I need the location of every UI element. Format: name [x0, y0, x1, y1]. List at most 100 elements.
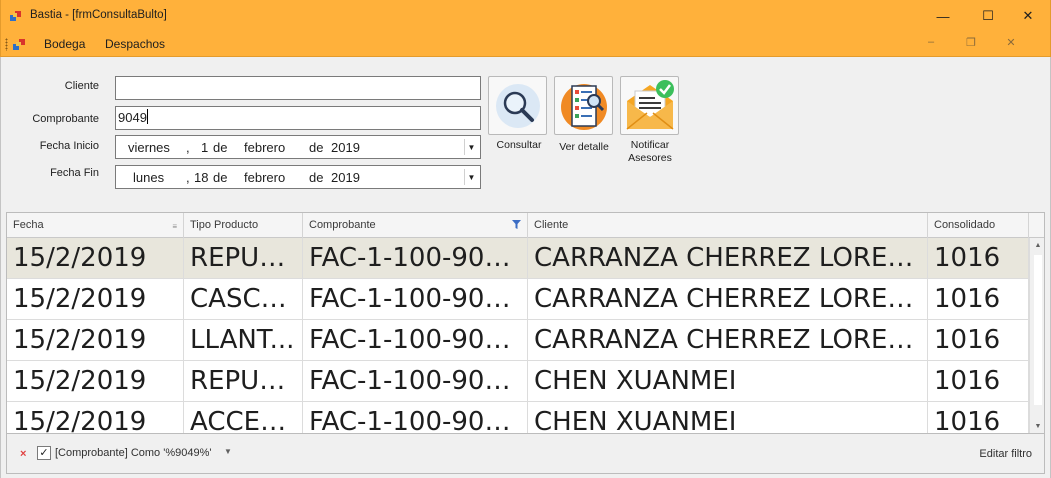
grid-header: Fecha ≡ Tipo Producto Comprobante Client… — [7, 213, 1044, 238]
fecha-inicio-year: 2019 — [331, 140, 360, 155]
cell-tipo: ACCES... — [184, 402, 303, 433]
cliente-label: Cliente — [64, 80, 99, 92]
cell-fecha: 15/2/2019 — [7, 402, 184, 433]
fecha-fin-sep: , — [186, 170, 190, 185]
fecha-fin-day: 18 — [194, 170, 209, 185]
cell-consolidado: 1016 — [928, 238, 1029, 279]
cell-comprobante: FAC-1-100-90499 — [303, 238, 528, 279]
mdi-child-icon[interactable] — [13, 38, 26, 51]
notificar-caption-line2: Asesores — [628, 152, 672, 164]
cell-cliente: CARRANZA CHERREZ LORENA... — [528, 238, 928, 279]
cell-fecha: 15/2/2019 — [7, 361, 184, 402]
ver-detalle-button[interactable] — [554, 76, 613, 135]
column-header-cliente[interactable]: Cliente — [528, 213, 928, 238]
menu-despachos[interactable]: Despachos — [105, 37, 165, 51]
column-label: Comprobante — [309, 219, 376, 231]
cell-comprobante: FAC-1-100-90491 — [303, 402, 528, 433]
chevron-down-icon[interactable]: ▼ — [224, 447, 232, 456]
sort-icon: ≡ — [172, 222, 177, 231]
fecha-inicio-de1: de — [213, 140, 228, 155]
cell-comprobante: FAC-1-100-90497 — [303, 279, 528, 320]
cliente-input[interactable] — [115, 76, 481, 100]
fecha-inicio-month: febrero — [244, 140, 286, 155]
menu-grip-icon[interactable] — [5, 38, 8, 51]
fecha-inicio-sep: , — [186, 140, 190, 155]
cell-fecha: 15/2/2019 — [7, 238, 184, 279]
column-header-consolidado[interactable]: Consolidado — [928, 213, 1029, 238]
cell-cliente: CARRANZA CHERREZ LORENA... — [528, 320, 928, 361]
cell-cliente: CHEN XUANMEI — [528, 361, 928, 402]
table-row[interactable]: 15/2/2019 CASCOS FAC-1-100-90497 CARRANZ… — [7, 279, 1029, 320]
cell-tipo: CASCOS — [184, 279, 303, 320]
mdi-restore-button[interactable]: ❐ — [961, 36, 981, 52]
cell-tipo: REPUE... — [184, 238, 303, 279]
cell-tipo: LLANT... — [184, 320, 303, 361]
column-header-fecha[interactable]: Fecha ≡ — [7, 213, 184, 238]
mdi-minimize-button[interactable]: – — [921, 36, 941, 52]
window-close-button[interactable]: ✕ — [1005, 0, 1051, 32]
form-area: Cliente Comprobante 9049 Fecha Inicio vi… — [0, 57, 1051, 478]
table-row[interactable]: 15/2/2019 REPUE... FAC-1-100-90499 CARRA… — [7, 238, 1029, 279]
cell-comprobante: FAC-1-100-90498 — [303, 320, 528, 361]
document-search-icon — [560, 83, 607, 130]
text-caret — [146, 109, 148, 124]
title-bar: Bastia - [frmConsultaBulto] — [0, 0, 1051, 32]
window-minimize-button[interactable]: — — [920, 0, 966, 32]
chevron-down-icon[interactable]: ▼ — [464, 139, 478, 155]
comprobante-value: 9049 — [118, 110, 147, 125]
table-row[interactable]: 15/2/2019 ACCES... FAC-1-100-90491 CHEN … — [7, 402, 1029, 433]
mdi-close-button[interactable]: ✕ — [1001, 36, 1021, 52]
notificar-caption-line1: Notificar — [630, 139, 670, 151]
fecha-fin-weekday: lunes — [133, 170, 165, 185]
fecha-inicio-label: Fecha Inicio — [39, 140, 99, 152]
mail-check-icon — [626, 79, 674, 130]
table-row[interactable]: 15/2/2019 LLANT... FAC-1-100-90498 CARRA… — [7, 320, 1029, 361]
clear-filter-icon[interactable]: × — [20, 448, 26, 460]
fecha-inicio-picker[interactable]: viernes , 1 de febrero de 2019 ▼ — [115, 135, 481, 159]
window-title: Bastia - [frmConsultaBulto] — [30, 9, 167, 21]
cell-tipo: REPUE... — [184, 361, 303, 402]
filter-panel: × ✓ [Comprobante] Como '%9049%' ▼ Editar… — [6, 434, 1045, 474]
cell-cliente: CARRANZA CHERREZ LORENA... — [528, 279, 928, 320]
column-header-tipo-producto[interactable]: Tipo Producto — [184, 213, 303, 238]
cell-consolidado: 1016 — [928, 402, 1029, 433]
column-label: Tipo Producto — [190, 219, 259, 231]
filter-icon[interactable] — [512, 220, 521, 229]
notificar-asesores-button[interactable] — [620, 76, 679, 135]
edit-filter-button[interactable]: Editar filtro — [979, 448, 1032, 460]
column-header-comprobante[interactable]: Comprobante — [303, 213, 528, 238]
column-label: Fecha — [13, 219, 44, 231]
results-grid: Fecha ≡ Tipo Producto Comprobante Client… — [6, 212, 1045, 434]
scroll-up-icon[interactable]: ▲ — [1030, 239, 1044, 253]
cell-consolidado: 1016 — [928, 361, 1029, 402]
fecha-fin-month: febrero — [244, 170, 286, 185]
filter-expression[interactable]: [Comprobante] Como '%9049%' — [55, 447, 211, 459]
fecha-fin-picker[interactable]: lunes , 18 de febrero de 2019 ▼ — [115, 165, 481, 189]
fecha-fin-year: 2019 — [331, 170, 360, 185]
scroll-down-icon[interactable]: ▼ — [1030, 420, 1044, 433]
scroll-thumb[interactable] — [1034, 255, 1042, 405]
cell-fecha: 15/2/2019 — [7, 320, 184, 361]
column-label: Consolidado — [934, 219, 996, 231]
menu-bar: Bodega Despachos – ❐ ✕ — [0, 32, 1051, 57]
filter-enabled-checkbox[interactable]: ✓ — [37, 446, 51, 460]
fecha-fin-label: Fecha Fin — [50, 167, 99, 179]
cell-consolidado: 1016 — [928, 279, 1029, 320]
fecha-fin-de1: de — [213, 170, 228, 185]
fecha-inicio-de2: de — [309, 140, 324, 155]
chevron-down-icon[interactable]: ▼ — [464, 169, 478, 185]
menu-bodega[interactable]: Bodega — [44, 37, 85, 51]
cell-consolidado: 1016 — [928, 320, 1029, 361]
table-row[interactable]: 15/2/2019 REPUE... FAC-1-100-90490 CHEN … — [7, 361, 1029, 402]
search-icon — [495, 83, 540, 128]
app-icon — [10, 11, 21, 21]
cell-fecha: 15/2/2019 — [7, 279, 184, 320]
vertical-scrollbar[interactable]: ▲ ▼ — [1029, 238, 1044, 433]
fecha-inicio-day: 1 — [201, 140, 209, 155]
comprobante-input[interactable]: 9049 — [115, 106, 481, 130]
fecha-fin-de2: de — [309, 170, 324, 185]
cell-comprobante: FAC-1-100-90490 — [303, 361, 528, 402]
cell-cliente: CHEN XUANMEI — [528, 402, 928, 433]
comprobante-label: Comprobante — [32, 113, 99, 125]
consultar-button[interactable] — [488, 76, 547, 135]
